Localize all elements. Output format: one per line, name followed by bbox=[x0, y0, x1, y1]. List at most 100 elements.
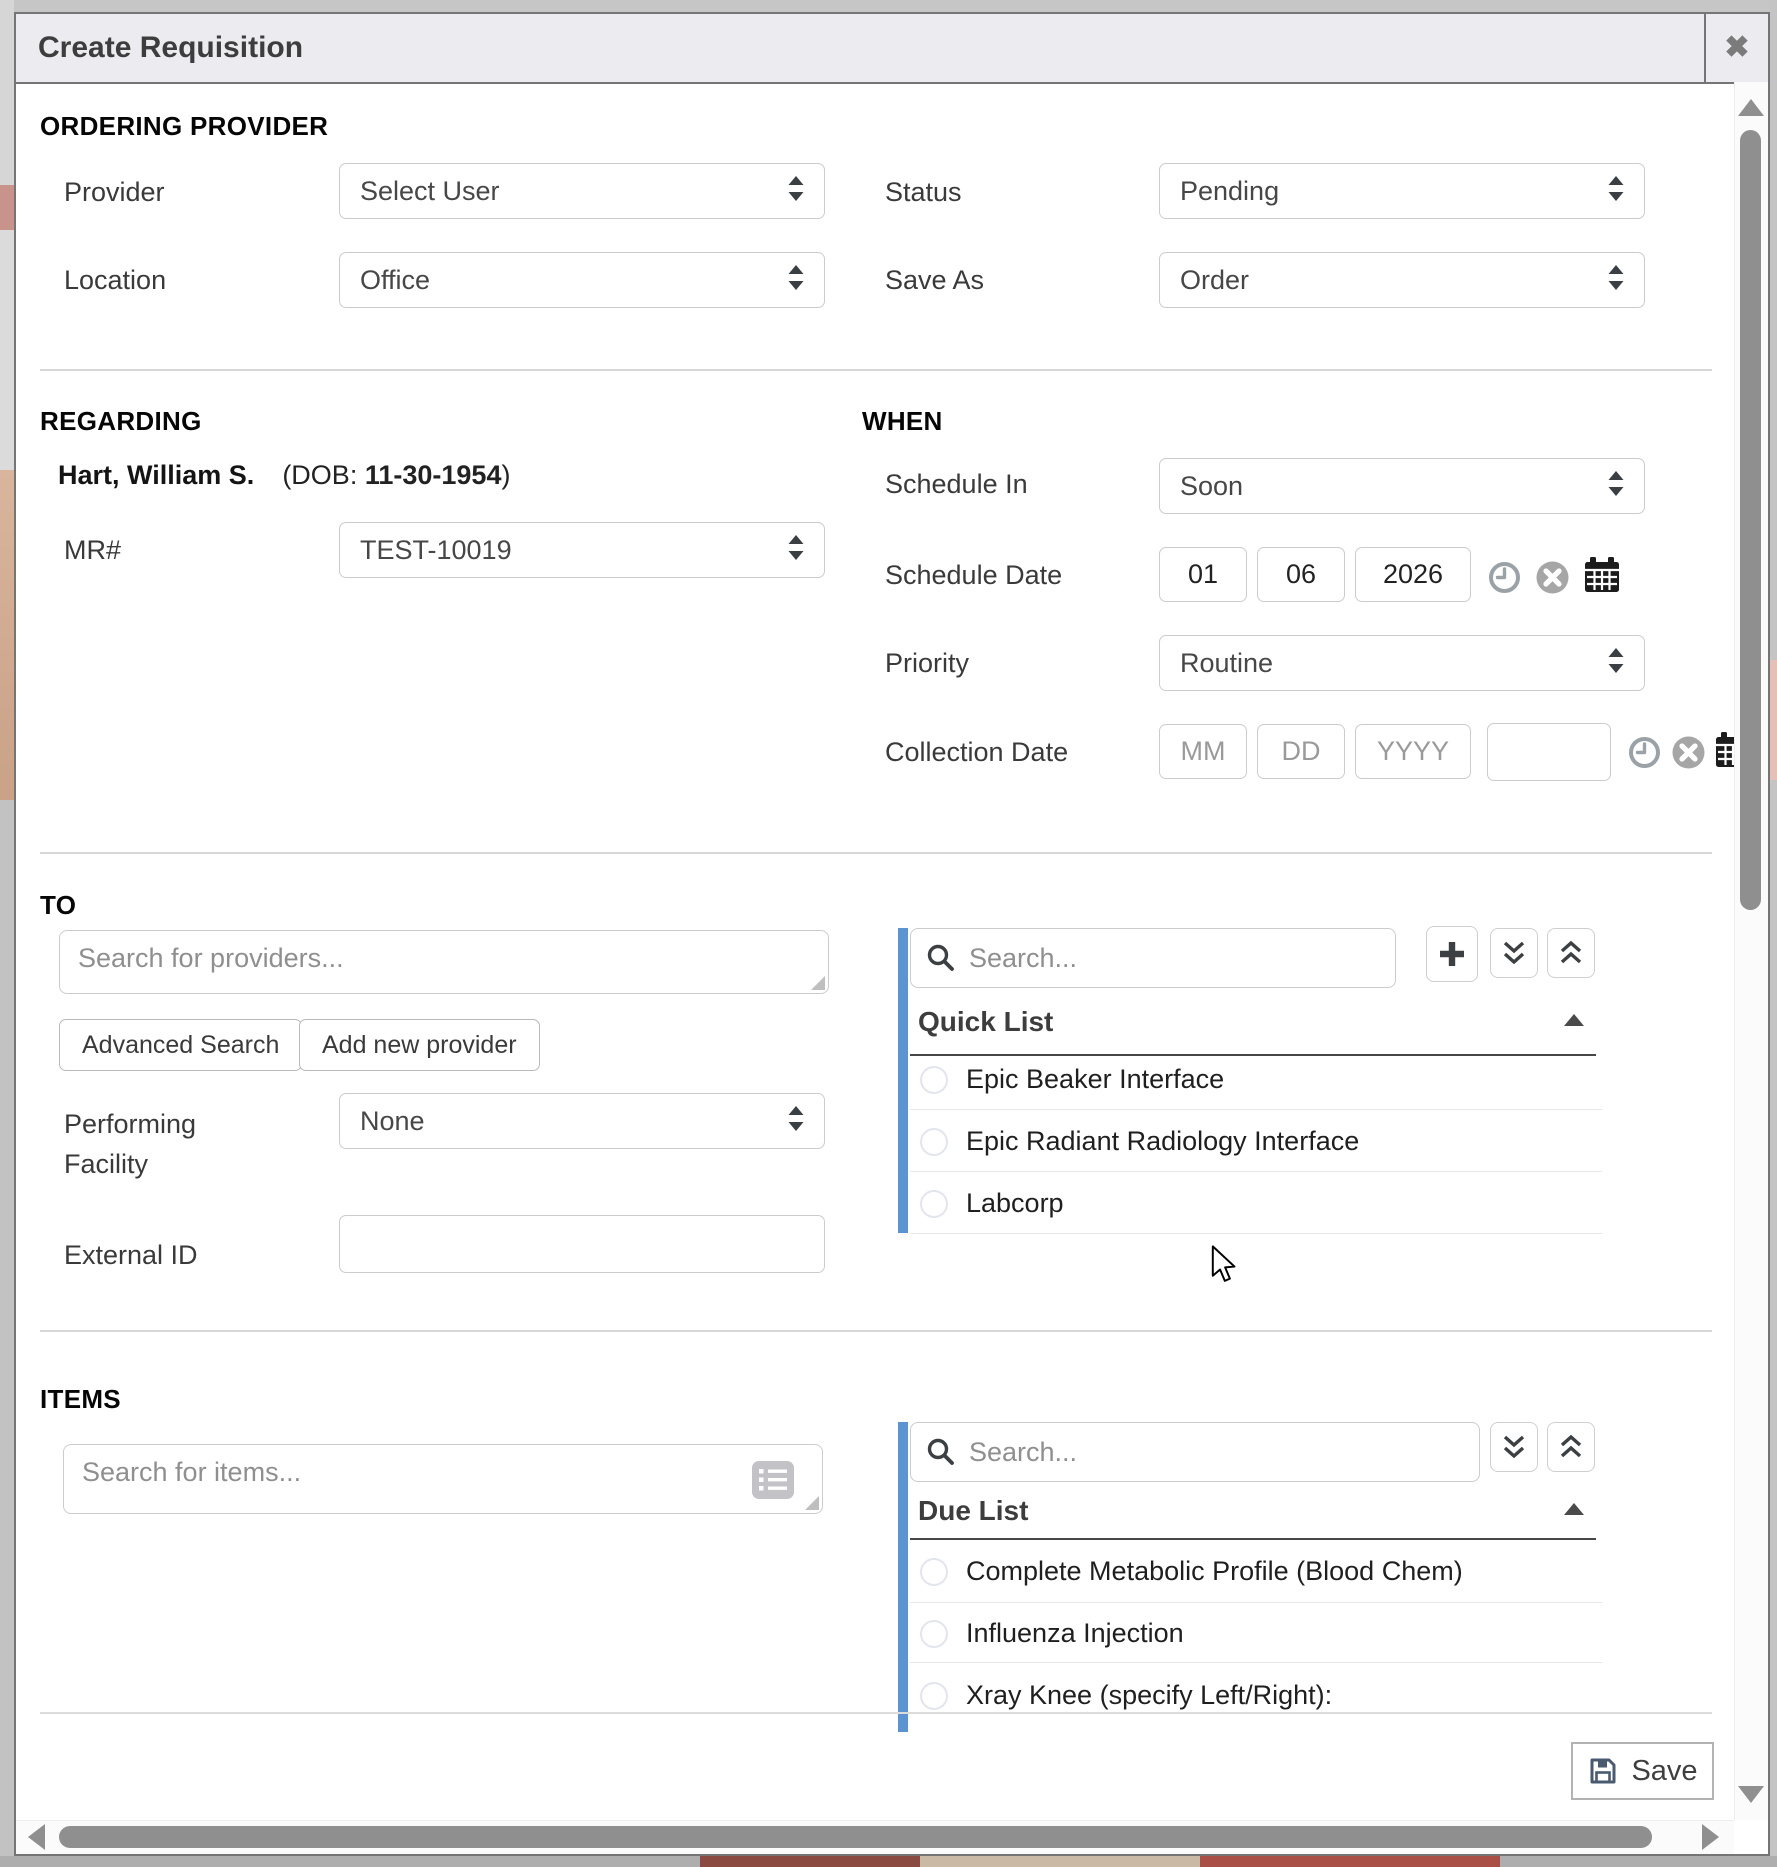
collection-day-input[interactable] bbox=[1257, 724, 1345, 779]
add-provider-plus-button[interactable] bbox=[1426, 926, 1478, 982]
horizontal-scrollbar-thumb[interactable] bbox=[59, 1826, 1652, 1848]
status-select[interactable]: Pending bbox=[1159, 163, 1645, 219]
due-list-collapse-button[interactable] bbox=[1547, 1422, 1595, 1472]
external-id-label: External ID bbox=[64, 1239, 198, 1271]
plus-icon bbox=[1437, 939, 1467, 969]
due-list-underline bbox=[910, 1538, 1596, 1540]
item-search-input[interactable] bbox=[63, 1444, 823, 1514]
quick-list-item[interactable]: Epic Beaker Interface bbox=[920, 1064, 1224, 1095]
external-id-input[interactable] bbox=[339, 1215, 825, 1273]
list-separator bbox=[910, 1602, 1602, 1603]
double-chevron-up-icon bbox=[1558, 939, 1584, 967]
radio-icon bbox=[920, 1190, 948, 1218]
ordering-provider-heading: ORDERING PROVIDER bbox=[40, 111, 328, 142]
when-heading: WHEN bbox=[862, 406, 943, 437]
quick-list-item[interactable]: Epic Radiant Radiology Interface bbox=[920, 1126, 1359, 1157]
vertical-scrollbar-thumb[interactable] bbox=[1740, 130, 1761, 910]
schedule-year-input[interactable] bbox=[1355, 547, 1471, 602]
collapse-caret-icon[interactable] bbox=[1564, 1014, 1584, 1026]
select-arrows-icon bbox=[786, 534, 806, 566]
schedule-month-input[interactable] bbox=[1159, 547, 1247, 602]
quick-list-heading: Quick List bbox=[918, 1006, 1053, 1038]
save-icon bbox=[1587, 1755, 1619, 1787]
scroll-down-arrow[interactable] bbox=[1738, 1786, 1764, 1803]
schedule-in-select[interactable]: Soon bbox=[1159, 458, 1645, 514]
page-background-fragment bbox=[0, 800, 14, 1867]
scroll-up-arrow[interactable] bbox=[1738, 99, 1764, 116]
list-separator bbox=[910, 1233, 1602, 1234]
priority-select[interactable]: Routine bbox=[1159, 635, 1645, 691]
location-select[interactable]: Office bbox=[339, 252, 825, 308]
due-list-item[interactable]: Complete Metabolic Profile (Blood Chem) bbox=[920, 1556, 1463, 1587]
page-background-fragment bbox=[700, 1856, 920, 1867]
page-background-fragment bbox=[0, 470, 14, 800]
radio-icon bbox=[920, 1682, 948, 1710]
section-divider bbox=[40, 1330, 1712, 1332]
page-background-fragment bbox=[0, 185, 14, 230]
items-heading: ITEMS bbox=[40, 1384, 121, 1415]
collection-date-label: Collection Date bbox=[885, 736, 1068, 768]
footer-divider bbox=[40, 1712, 1712, 1714]
resize-handle[interactable] bbox=[811, 976, 825, 990]
list-separator bbox=[910, 1662, 1602, 1663]
collection-year-input[interactable] bbox=[1355, 724, 1471, 779]
quick-list-search-input[interactable] bbox=[910, 928, 1396, 988]
performing-facility-label: Performing Facility bbox=[64, 1104, 239, 1184]
scroll-left-arrow[interactable] bbox=[28, 1824, 45, 1850]
create-requisition-dialog: Create Requisition ✖ ORDERING PROVIDER P… bbox=[14, 12, 1770, 1856]
list-separator bbox=[910, 1109, 1602, 1110]
due-list-expand-button[interactable] bbox=[1490, 1422, 1538, 1472]
quick-list-item[interactable]: Labcorp bbox=[920, 1188, 1064, 1219]
collection-time-clock-icon[interactable] bbox=[1627, 735, 1662, 770]
search-icon bbox=[926, 943, 956, 973]
advanced-search-button[interactable]: Advanced Search bbox=[59, 1019, 302, 1071]
quick-list-expand-button[interactable] bbox=[1490, 928, 1538, 978]
save-button[interactable]: Save bbox=[1571, 1742, 1714, 1800]
due-list-item[interactable]: Xray Knee (specify Left/Right): bbox=[920, 1680, 1332, 1711]
schedule-time-clock-icon[interactable] bbox=[1487, 560, 1522, 595]
quick-list-underline bbox=[910, 1054, 1596, 1056]
page-background-fragment bbox=[0, 230, 14, 470]
mouse-cursor bbox=[1209, 1245, 1239, 1292]
search-icon bbox=[926, 1437, 956, 1467]
due-list-item[interactable]: Influenza Injection bbox=[920, 1618, 1184, 1649]
scroll-right-arrow[interactable] bbox=[1702, 1824, 1719, 1850]
close-button[interactable]: ✖ bbox=[1704, 14, 1768, 82]
due-list-search-input[interactable] bbox=[910, 1422, 1480, 1482]
resize-handle[interactable] bbox=[805, 1496, 819, 1510]
page-background-strip bbox=[0, 0, 14, 185]
location-label: Location bbox=[64, 264, 166, 296]
patient-dob: (DOB: 11-30-1954) bbox=[282, 460, 510, 491]
select-arrows-icon bbox=[1606, 647, 1626, 679]
select-arrows-icon bbox=[1606, 470, 1626, 502]
radio-icon bbox=[920, 1558, 948, 1586]
radio-icon bbox=[920, 1620, 948, 1648]
schedule-date-clear-icon[interactable] bbox=[1535, 560, 1570, 595]
radio-icon bbox=[920, 1128, 948, 1156]
collection-month-input[interactable] bbox=[1159, 724, 1247, 779]
quick-list-search bbox=[910, 928, 1396, 988]
save-as-select[interactable]: Order bbox=[1159, 252, 1645, 308]
patient-summary: Hart, William S. (DOB: 11-30-1954) bbox=[58, 460, 510, 491]
close-icon: ✖ bbox=[1724, 33, 1749, 63]
item-list-picker-icon[interactable] bbox=[751, 1460, 795, 1500]
schedule-calendar-icon[interactable] bbox=[1582, 556, 1622, 594]
performing-facility-select[interactable]: None bbox=[339, 1093, 825, 1149]
provider-search-input[interactable] bbox=[59, 930, 829, 994]
collection-date-clear-icon[interactable] bbox=[1671, 735, 1706, 770]
schedule-day-input[interactable] bbox=[1257, 547, 1345, 602]
dialog-titlebar: Create Requisition ✖ bbox=[16, 14, 1768, 84]
double-chevron-up-icon bbox=[1558, 1433, 1584, 1461]
select-arrows-icon bbox=[1606, 175, 1626, 207]
collection-time-input[interactable] bbox=[1487, 723, 1611, 781]
add-new-provider-button[interactable]: Add new provider bbox=[299, 1019, 540, 1071]
collapse-caret-icon[interactable] bbox=[1564, 1503, 1584, 1515]
page-background-fragment bbox=[1200, 1856, 1500, 1867]
quick-list-collapse-button[interactable] bbox=[1547, 928, 1595, 978]
dialog-title: Create Requisition bbox=[16, 31, 1704, 65]
double-chevron-down-icon bbox=[1501, 1433, 1527, 1461]
priority-label: Priority bbox=[885, 647, 969, 679]
mr-select[interactable]: TEST-10019 bbox=[339, 522, 825, 578]
quick-list-accent-bar bbox=[898, 928, 908, 1233]
provider-select[interactable]: Select User bbox=[339, 163, 825, 219]
